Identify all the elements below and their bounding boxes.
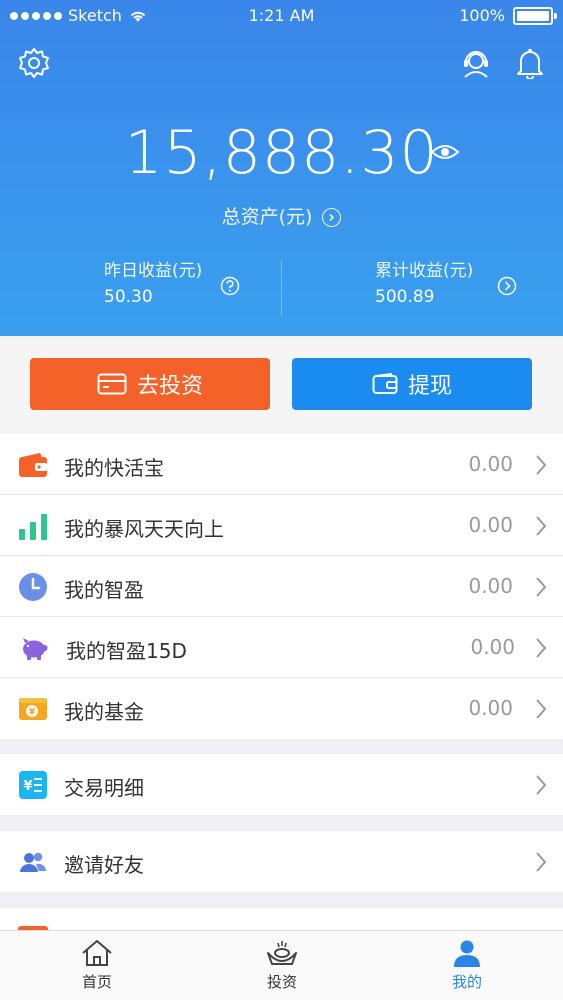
list-item-label: 我的智盈15D: [66, 639, 187, 663]
bar-chart-icon: [19, 514, 47, 540]
list-item-value: 0.00: [468, 452, 513, 476]
clipped-list-item: [0, 908, 563, 930]
user-icon: [454, 940, 480, 967]
list-item-label: 我的快活宝: [64, 456, 164, 480]
withdraw-button-label: 提现: [407, 374, 452, 399]
svg-text:¥: ¥: [23, 779, 32, 794]
svg-text:¥: ¥: [29, 708, 36, 718]
battery-status: 100%: [459, 6, 557, 25]
tab-invest-label: 投资: [266, 973, 297, 991]
list-item-fund[interactable]: ¥ 我的基金 0.00: [0, 678, 563, 739]
product-list: 我的快活宝 0.00 我的暴风天天向上 0.00 我的智盈 0.00 我的智盈1…: [0, 434, 563, 739]
list-item-label: 我的智盈: [64, 578, 144, 602]
cumulative-detail-button[interactable]: [497, 276, 517, 300]
transactions-label: 交易明细: [64, 776, 144, 800]
transactions-section: ¥ 交易明细: [0, 754, 563, 815]
list-item-label: 我的基金: [64, 700, 144, 724]
status-bar: Sketch 1:21 AM 100%: [0, 0, 563, 32]
toggle-visibility-button[interactable]: [430, 142, 460, 166]
fund-icon: ¥: [19, 698, 47, 720]
yesterday-earnings: 昨日收益(元) 50.30: [104, 256, 202, 307]
total-assets-link[interactable]: 总资产(元): [0, 202, 563, 229]
action-buttons: 去投资 提现: [0, 336, 563, 434]
chevron-right-icon: [536, 699, 547, 719]
stats-divider: [281, 260, 282, 316]
chevron-right-icon: [536, 516, 547, 536]
notifications-button[interactable]: [510, 43, 550, 83]
home-icon: [82, 940, 112, 966]
cumulative-earnings: 累计收益(元) 500.89: [375, 256, 473, 307]
list-item-value: 0.00: [468, 696, 513, 720]
yesterday-earnings-label: 昨日收益(元): [104, 261, 203, 281]
list-item-value: 0.00: [468, 574, 513, 598]
total-assets-amount: 15,888.30: [124, 118, 439, 188]
gear-icon: [19, 48, 49, 78]
tab-mine-label: 我的: [451, 973, 482, 991]
piggy-bank-icon: [23, 638, 48, 660]
invest-button-label: 去投资: [136, 374, 203, 399]
account-header: Sketch 1:21 AM 100% 15,888.30 总资产(元) 昨日收…: [0, 0, 563, 336]
total-assets-label: 总资产(元): [221, 206, 313, 228]
invite-section: 邀请好友: [0, 831, 563, 892]
tab-invest[interactable]: 投资: [222, 939, 342, 992]
list-item-zhiying-15d[interactable]: 我的智盈15D 0.00: [0, 617, 563, 678]
list-item-value: 0.00: [468, 513, 513, 537]
transactions-item[interactable]: ¥ 交易明细: [0, 754, 563, 815]
chevron-right-icon: [536, 638, 547, 658]
users-icon: [20, 852, 47, 872]
question-icon: [220, 276, 240, 296]
circle-arrow-right-icon: [497, 276, 517, 296]
cumulative-earnings-value: 500.89: [375, 287, 435, 307]
customer-service-button[interactable]: [456, 43, 496, 83]
tab-home[interactable]: 首页: [37, 939, 157, 992]
wallet-icon: [19, 453, 47, 477]
tab-bar: 首页 投资 我的: [0, 930, 563, 1000]
chevron-right-icon: [536, 577, 547, 597]
list-item-label: 我的暴风天天向上: [64, 517, 224, 541]
cumulative-earnings-label: 累计收益(元): [375, 261, 474, 281]
invest-button[interactable]: 去投资: [30, 358, 270, 410]
card-icon: [97, 373, 127, 395]
receipt-icon: ¥: [19, 771, 47, 799]
settings-button[interactable]: [14, 43, 54, 83]
withdraw-button[interactable]: 提现: [292, 358, 532, 410]
tab-home-label: 首页: [81, 973, 112, 991]
chevron-right-icon: [536, 455, 547, 475]
list-item-value: 0.00: [470, 635, 515, 659]
bell-icon: [517, 48, 543, 79]
yesterday-earnings-value: 50.30: [104, 287, 153, 307]
clock-icon: [19, 573, 47, 601]
list-item-zhiying[interactable]: 我的智盈 0.00: [0, 556, 563, 617]
chevron-right-icon: [536, 775, 547, 795]
tab-mine[interactable]: 我的: [407, 939, 527, 992]
eye-icon: [430, 145, 460, 159]
wallet-icon: [372, 373, 398, 394]
invite-friends-item[interactable]: 邀请好友: [0, 831, 563, 892]
ingot-icon: [267, 941, 297, 965]
chevron-right-icon: [536, 852, 547, 872]
circle-arrow-right-icon: [322, 208, 342, 227]
headset-icon: [464, 51, 488, 78]
invite-friends-label: 邀请好友: [64, 853, 144, 877]
list-item-kuaihuobao[interactable]: 我的快活宝 0.00: [0, 434, 563, 495]
yesterday-help-button[interactable]: [220, 276, 240, 300]
battery-percent: 100%: [459, 6, 505, 25]
list-item-tiantianxiangshang[interactable]: 我的暴风天天向上 0.00: [0, 495, 563, 556]
battery-icon: [513, 6, 557, 25]
